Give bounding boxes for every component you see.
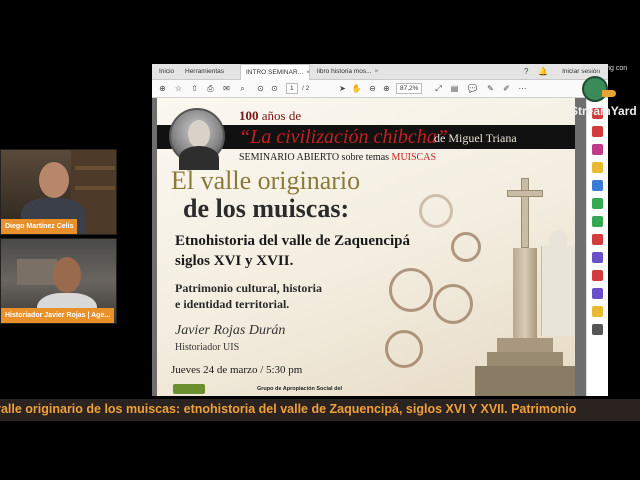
tab-libro-historia[interactable]: libro historia mos... × — [312, 64, 392, 80]
streamyard-watermark: Streaming con StreamYard — [570, 64, 637, 120]
stone-steps — [475, 366, 575, 396]
ticker-text: valle originario de los muiscas: etnohis… — [0, 402, 577, 416]
poster-theme-line-1: Patrimonio cultural, historia — [175, 281, 322, 295]
poster-subtitle-line-2: siglos XVI y XVII. — [175, 253, 294, 269]
shared-pdf-window: Inicio Herramientas INTRO SEMINAR... × li… — [152, 64, 608, 396]
fit-page-icon[interactable]: ⤢ — [432, 82, 445, 95]
poster-subtitle-line-1: Etnohistoria del valle de Zaquencipá — [175, 233, 411, 249]
tab-intro-seminar[interactable]: INTRO SEMINAR... × — [240, 64, 310, 80]
zoom-in-icon[interactable]: ⊕ — [380, 82, 393, 95]
duck-bill-icon — [602, 90, 616, 97]
bell-icon[interactable]: 🔔 — [538, 64, 548, 80]
shelf-board — [75, 186, 115, 190]
petroglyph-spiral — [451, 232, 481, 262]
stream-stage: Diego Martínez Celis Historiador Javier … — [0, 0, 640, 480]
settings-icon[interactable] — [592, 324, 603, 335]
poster-theme-line-2: e identidad territorial. — [175, 297, 290, 311]
organizer-logo — [173, 384, 205, 394]
pdf-toolbar: ⊕ ☆ ⇧ ⎙ ✉ ⌕ ⊙ ⊙ 1 / 2 ➤ ✋ ⊖ ⊕ 87,2% ⤢ ▤ … — [152, 80, 608, 98]
speaker-name-tag: Diego Martínez Celis — [1, 219, 78, 234]
page-number-input[interactable]: 1 — [286, 83, 298, 94]
zoom-out-icon[interactable]: ⊖ — [366, 82, 379, 95]
pdf-viewport[interactable]: 100 años de “La civilización chibcha” de… — [152, 98, 608, 396]
shelf-board — [75, 166, 115, 170]
petroglyph-spiral — [419, 194, 453, 228]
speaker-name-tag: Historiador Javier Rojas | Age... — [1, 308, 115, 323]
stone-cross-arm — [507, 190, 543, 197]
seminar-line: SEMINARIO ABIERTO sobre temas MUISCAS — [239, 152, 437, 163]
poster-page: 100 años de “La civilización chibcha” de… — [157, 98, 575, 396]
page-up-icon[interactable]: ⊙ — [254, 82, 267, 95]
portrait-miguel-triana — [169, 108, 225, 170]
highlight-icon[interactable]: ✐ — [500, 82, 513, 95]
petroglyph-spiral — [389, 268, 433, 312]
background-shelf — [17, 259, 57, 285]
speaker-tile-1: Diego Martínez Celis — [0, 149, 117, 235]
page-down-icon[interactable]: ⊙ — [268, 82, 281, 95]
tab-bar: Inicio Herramientas INTRO SEMINAR... × li… — [152, 64, 608, 80]
hand-icon[interactable]: ✋ — [350, 82, 363, 95]
ticker-banner: valle originario de los muiscas: etnohis… — [0, 399, 640, 421]
watermark-tagline: Streaming con — [582, 65, 628, 72]
stone-steps — [497, 338, 553, 352]
poster-footer-org: Grupo de Apropiación Social del — [257, 386, 343, 392]
search-icon[interactable]: ⌕ — [236, 82, 249, 95]
poster-author-role: Historiador UIS — [175, 342, 240, 353]
help-icon[interactable]: ? — [524, 64, 528, 80]
protect-icon[interactable] — [592, 252, 603, 263]
poster-title-line-1: El valle originario — [171, 166, 361, 195]
scroll-icon[interactable]: ▤ — [448, 82, 461, 95]
stone-steps — [487, 352, 563, 366]
mail-icon[interactable]: ✉ — [220, 82, 233, 95]
redact-icon[interactable] — [592, 234, 603, 245]
tab-label: INTRO SEMINAR... — [246, 69, 304, 76]
poster-title-line-2: de los muiscas: — [183, 194, 350, 223]
fill-sign-icon[interactable] — [592, 270, 603, 281]
create-pdf-icon[interactable] — [592, 126, 603, 137]
edit-pdf-icon[interactable] — [592, 144, 603, 155]
pen-icon[interactable]: ✎ — [484, 82, 497, 95]
poster-date: Jueves 24 de marzo / 5:30 pm — [171, 364, 303, 376]
comment-icon[interactable]: 💬 — [466, 82, 479, 95]
speaker-head — [39, 162, 69, 198]
book-title: “La civilización chibcha” — [239, 126, 448, 148]
zoom-select[interactable]: 87,2% — [396, 83, 423, 94]
menu-herramientas[interactable]: Herramientas — [180, 64, 229, 80]
speaker-head — [53, 257, 81, 293]
create-icon[interactable]: ⊕ — [156, 82, 169, 95]
streamyard-duck-logo — [582, 76, 608, 102]
close-icon[interactable]: × — [375, 68, 379, 75]
stone-cross — [521, 178, 529, 248]
tools-side-panel — [586, 98, 608, 396]
tab-label: libro historia mos... — [317, 68, 372, 75]
speaker-tile-2: Historiador Javier Rojas | Age... — [0, 238, 117, 324]
stone-pillar — [513, 248, 537, 338]
church-facade — [541, 246, 575, 336]
anniversary-heading: 100 años de — [239, 108, 302, 123]
church-bell-tower — [549, 230, 567, 248]
organize-pages-icon[interactable] — [592, 198, 603, 209]
cursor-icon[interactable]: ➤ — [336, 82, 349, 95]
bookmark-icon[interactable]: ☆ — [172, 82, 185, 95]
compress-icon[interactable] — [592, 216, 603, 227]
watermark-brand: StreamYard — [570, 104, 637, 118]
petroglyph-spiral — [433, 284, 473, 324]
print-icon[interactable]: ⎙ — [204, 82, 217, 95]
upload-icon[interactable]: ⇧ — [188, 82, 201, 95]
more-icon[interactable]: ⋯ — [516, 82, 529, 95]
comment-tool-icon[interactable] — [592, 162, 603, 173]
combine-files-icon[interactable] — [592, 180, 603, 191]
page-total: / 2 — [302, 85, 310, 92]
poster-author: Javier Rojas Durán — [175, 323, 286, 338]
menu-inicio[interactable]: Inicio — [154, 64, 179, 80]
book-author: de Miguel Triana — [434, 131, 517, 145]
petroglyph-spiral — [385, 330, 423, 368]
more-tools-icon[interactable] — [592, 306, 603, 317]
close-icon[interactable]: × — [306, 69, 310, 76]
send-signature-icon[interactable] — [592, 288, 603, 299]
